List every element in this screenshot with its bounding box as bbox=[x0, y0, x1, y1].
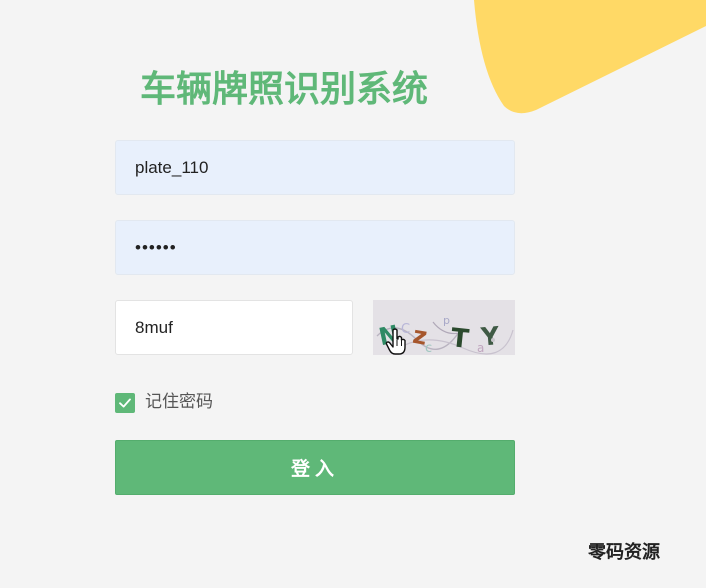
login-button[interactable]: 登入 bbox=[115, 440, 515, 495]
svg-text:c: c bbox=[425, 341, 432, 355]
watermark-text: 零码资源 bbox=[588, 542, 660, 563]
svg-text:Y: Y bbox=[479, 321, 501, 352]
password-input[interactable]: •••••• bbox=[115, 220, 515, 275]
decorative-yellow-blob bbox=[474, 0, 706, 114]
hand-pointer-icon bbox=[385, 328, 406, 355]
svg-text:p: p bbox=[443, 314, 450, 327]
remember-password-toggle[interactable]: 记住密码 bbox=[115, 392, 213, 413]
username-input[interactable]: plate_110 bbox=[115, 140, 515, 195]
remember-checkbox[interactable] bbox=[115, 392, 135, 413]
captcha-input[interactable]: 8muf bbox=[115, 300, 353, 355]
check-icon bbox=[119, 398, 131, 407]
page-title: 车辆牌照识别系统 bbox=[140, 69, 429, 110]
remember-password-label: 记住密码 bbox=[145, 392, 213, 412]
svg-text:T: T bbox=[449, 323, 470, 355]
